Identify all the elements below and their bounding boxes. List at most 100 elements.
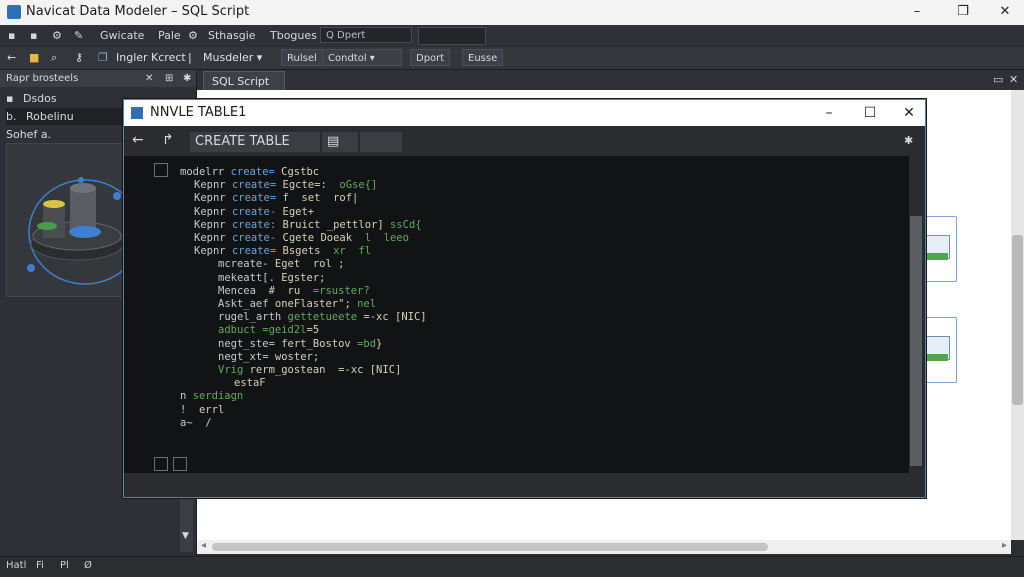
minimize-button[interactable]: – [906, 3, 928, 21]
page-icon[interactable]: ▪ [30, 29, 37, 42]
code-token: gettetueete [287, 311, 364, 324]
panel-title: Rapr brosteels [6, 73, 79, 84]
entity-node[interactable] [921, 216, 957, 282]
menu-item-1[interactable]: Gwicate [100, 29, 144, 42]
code-token: ! [180, 403, 199, 416]
rulsel-button[interactable]: Rulsel [281, 49, 323, 66]
status-item[interactable]: Fi [36, 560, 44, 571]
code-token: estaF [234, 377, 266, 390]
scroll-down-icon[interactable]: ▼ [182, 531, 189, 541]
settings-icon[interactable]: ⚙ [188, 29, 198, 42]
panel-close-icon[interactable]: ✕ [145, 70, 153, 87]
code-token: create= [231, 192, 283, 205]
search-input[interactable]: Q Dpert [320, 27, 412, 43]
dialog-close-button[interactable]: ✕ [898, 104, 920, 122]
code-line: Kepnr create= Egcte=: oGse{] [194, 179, 377, 191]
editor-scroll-thumb[interactable] [910, 216, 922, 466]
fold-marker[interactable] [154, 163, 168, 177]
code-token: create: [231, 218, 283, 231]
back-icon[interactable]: ← [7, 49, 16, 66]
maximize-button[interactable]: ❐ [952, 3, 974, 21]
tab-bar: SQL Script ▭ ✕ [197, 70, 1024, 90]
code-token: Askt_aef [218, 298, 275, 310]
panel-grid-icon[interactable]: ⊞ [165, 70, 173, 87]
tab-close-icon[interactable]: ✕ [1009, 73, 1018, 86]
code-token: # ru [268, 284, 313, 297]
menu-item-2[interactable]: Pale [158, 29, 181, 42]
tree-item-marker: ▪ [6, 92, 14, 105]
gear-icon[interactable]: ⚙ [52, 29, 62, 42]
fold-marker[interactable] [173, 457, 187, 471]
dialog-maximize-button[interactable]: ☐ [859, 104, 881, 122]
menu-item-3[interactable]: Sthasgie [208, 29, 256, 42]
scroll-right-icon[interactable]: ▸ [1002, 540, 1007, 551]
panel-header: Rapr brosteels ✕ ⊞ ✱ [0, 70, 196, 87]
app-icon [7, 5, 21, 19]
panel-pin-icon[interactable]: ✱ [183, 70, 191, 87]
key-icon[interactable]: ⚷ [75, 49, 83, 66]
code-line: adbuct =geid2l=5 [218, 324, 319, 336]
code-line: estaF [234, 377, 266, 389]
format-icon[interactable]: ▤ [322, 132, 358, 152]
code-line: modelrr create= Cgstbc [180, 166, 319, 178]
status-item[interactable]: Ø [84, 560, 92, 571]
scroll-left-icon[interactable]: ◂ [201, 540, 206, 551]
code-token: a~ / [180, 416, 212, 429]
code-token: negt_xt= [218, 350, 275, 363]
close-button[interactable]: ✕ [994, 3, 1016, 21]
folder-icon[interactable]: ■ [29, 49, 39, 66]
search-icon[interactable]: ⌕ [51, 49, 57, 66]
code-line: ! errl [180, 404, 224, 416]
code-token: =bd [357, 337, 377, 350]
menu-item-4[interactable]: Tbogues [270, 29, 317, 42]
status-item[interactable]: Hatl [6, 560, 26, 571]
horizontal-scroll-thumb[interactable] [212, 543, 768, 551]
code-line: Mencea # ru =rsuster? [218, 285, 370, 297]
code-token: l leeo [364, 232, 409, 244]
code-line: Askt_aef oneFlaster"; nel [218, 298, 376, 310]
eusse-button[interactable]: Eusse [462, 49, 504, 66]
code-token: create- [231, 232, 283, 244]
brush-icon[interactable]: ✎ [74, 29, 83, 42]
search-input-secondary[interactable] [418, 27, 486, 45]
undo-icon[interactable]: ← [132, 132, 144, 148]
code-token: Cgstbc [281, 166, 320, 178]
tab-restore-icon[interactable]: ▭ [993, 73, 1003, 86]
code-editor[interactable]: modelrr create= Cgstbc Kepnr create= Egct… [124, 156, 909, 473]
code-token: Vrig [218, 364, 250, 376]
mode-select[interactable]: Musdeler ▾ [203, 49, 262, 66]
file-icon[interactable]: ▪ [8, 29, 15, 42]
vertical-scroll-thumb[interactable] [1012, 235, 1023, 405]
code-token: } [376, 337, 383, 350]
fold-marker[interactable] [154, 457, 168, 471]
code-token: adbuct =geid2l [218, 324, 307, 337]
toolbar-label[interactable]: Ingler Kcrect [116, 49, 186, 66]
statement-field[interactable]: CREATE TABLE [190, 132, 320, 152]
dport-button[interactable]: Dport [410, 49, 451, 66]
code-token: f set rof| [282, 192, 359, 205]
condtol-dropdown[interactable]: Condtol ▾ [322, 49, 402, 66]
dialog-minimize-button[interactable]: – [818, 104, 840, 122]
code-token: oneFlaster"; [274, 298, 358, 310]
code-token: Mencea [218, 284, 269, 297]
tab-sql-script[interactable]: SQL Script [203, 71, 285, 90]
blank-field[interactable] [360, 132, 402, 152]
code-line: Kepnr create- Eget+ [194, 206, 314, 218]
dialog-settings-icon[interactable]: ✱ [904, 134, 913, 147]
window-title: Navicat Data Modeler – SQL Script [26, 4, 250, 19]
code-line: Kepnr create- Cgete Doeak l leeo [194, 232, 409, 244]
code-token: Cgete Doeak [282, 232, 365, 244]
code-line: Kepnr create= Bsgets xr fl [194, 245, 371, 257]
code-token: serdiagn [192, 390, 244, 403]
entity-node[interactable] [921, 317, 957, 383]
code-token: Eget rol ; [274, 258, 345, 271]
code-token: xr fl [333, 245, 372, 258]
redo-icon[interactable]: ↱ [162, 132, 174, 148]
separator-icon: | [188, 51, 192, 64]
code-token: mekeatt[. [218, 271, 282, 284]
code-token: Egster; [281, 271, 326, 284]
code-token: negt_ste= [218, 337, 282, 350]
code-token: Kepnr [194, 205, 232, 218]
status-item[interactable]: Pl [60, 560, 69, 571]
title-bar: Navicat Data Modeler – SQL Script – ❐ ✕ [0, 0, 1024, 25]
